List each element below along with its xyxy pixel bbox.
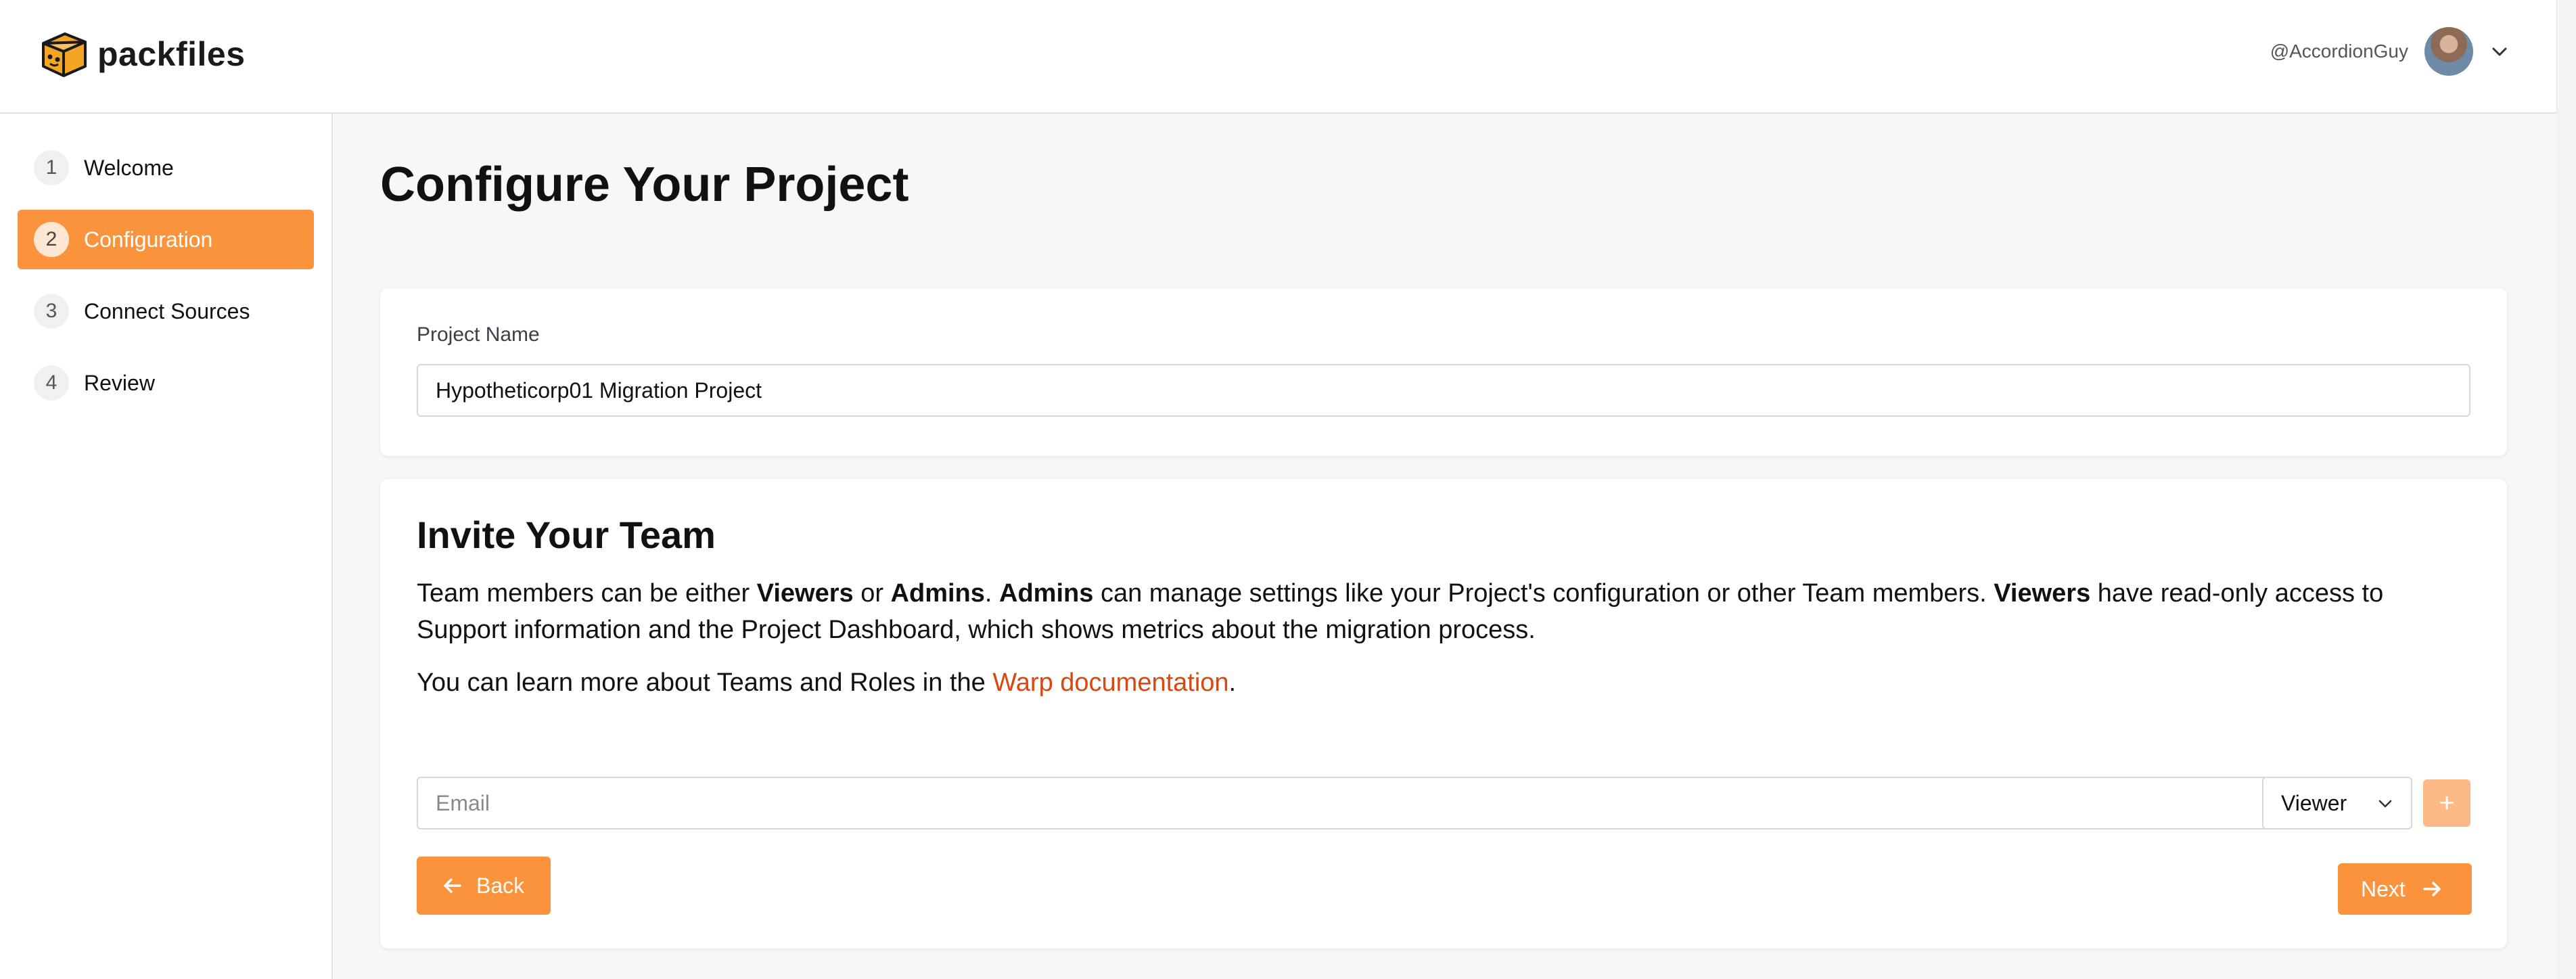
sidebar-item-label: Review [84,370,155,395]
brand-name: packfiles [97,35,246,73]
sidebar-item-review[interactable]: 4 Review [18,353,314,413]
invite-team-card: Invite Your Team Team members can be eit… [380,479,2507,949]
scrollbar[interactable] [2556,0,2576,979]
main-content: Configure Your Project Project Name Invi… [333,114,2557,979]
project-name-label: Project Name [417,323,540,346]
next-button-label: Next [2361,876,2406,901]
step-number: 3 [34,294,69,329]
next-button[interactable]: Next [2338,863,2472,915]
add-member-button[interactable]: + [2423,779,2470,827]
step-number: 2 [34,222,69,257]
page-title: Configure Your Project [380,158,909,212]
chevron-down-icon [2378,800,2392,808]
sidebar-item-welcome[interactable]: 1 Welcome [18,138,314,198]
back-button[interactable]: Back [417,857,551,915]
text-segment: You can learn more about Teams and Roles… [417,668,993,697]
invite-team-title: Invite Your Team [417,514,716,556]
arrow-left-icon [444,878,461,893]
admins-term: Admins [999,579,1094,608]
viewers-term: Viewers [756,579,854,608]
app-header: packfiles @AccordionGuy [0,0,2557,114]
viewers-term: Viewers [1994,579,2091,608]
text-segment: can manage settings like your Project's … [1093,579,1994,608]
sidebar-item-connect-sources[interactable]: 3 Connect Sources [18,281,314,341]
teams-docs-note: You can learn more about Teams and Roles… [417,664,2480,701]
role-select[interactable]: Viewer [2262,777,2412,829]
text-segment: Team members can be either [417,579,757,608]
brand-logo[interactable]: packfiles [38,28,246,80]
wizard-steps-sidebar: 1 Welcome 2 Configuration 3 Connect Sour… [0,114,333,979]
sidebar-item-configuration[interactable]: 2 Configuration [18,210,314,269]
text-segment: or [853,579,891,608]
user-handle: @AccordionGuy [2270,41,2408,62]
sidebar-item-label: Welcome [84,155,174,180]
email-input[interactable] [417,777,2319,829]
plus-icon: + [2439,788,2455,818]
project-name-input[interactable] [417,364,2470,417]
arrow-right-icon [2423,882,2441,896]
step-number: 1 [34,150,69,185]
sidebar-item-label: Connect Sources [84,298,250,323]
chevron-down-icon[interactable] [2489,41,2510,62]
role-select-value: Viewer [2281,790,2347,815]
warp-documentation-link[interactable]: Warp documentation [992,668,1228,697]
back-button-label: Back [476,873,525,898]
box-mascot-icon [42,32,87,77]
text-segment: . [1228,668,1237,697]
team-roles-description: Team members can be either Viewers or Ad… [417,575,2480,648]
text-segment: . [984,579,1000,608]
admins-term: Admins [890,579,985,608]
user-menu[interactable]: @AccordionGuy [2270,27,2510,76]
step-number: 4 [34,365,69,401]
project-name-card: Project Name [380,288,2507,456]
sidebar-item-label: Configuration [84,227,213,252]
avatar[interactable] [2424,27,2473,76]
